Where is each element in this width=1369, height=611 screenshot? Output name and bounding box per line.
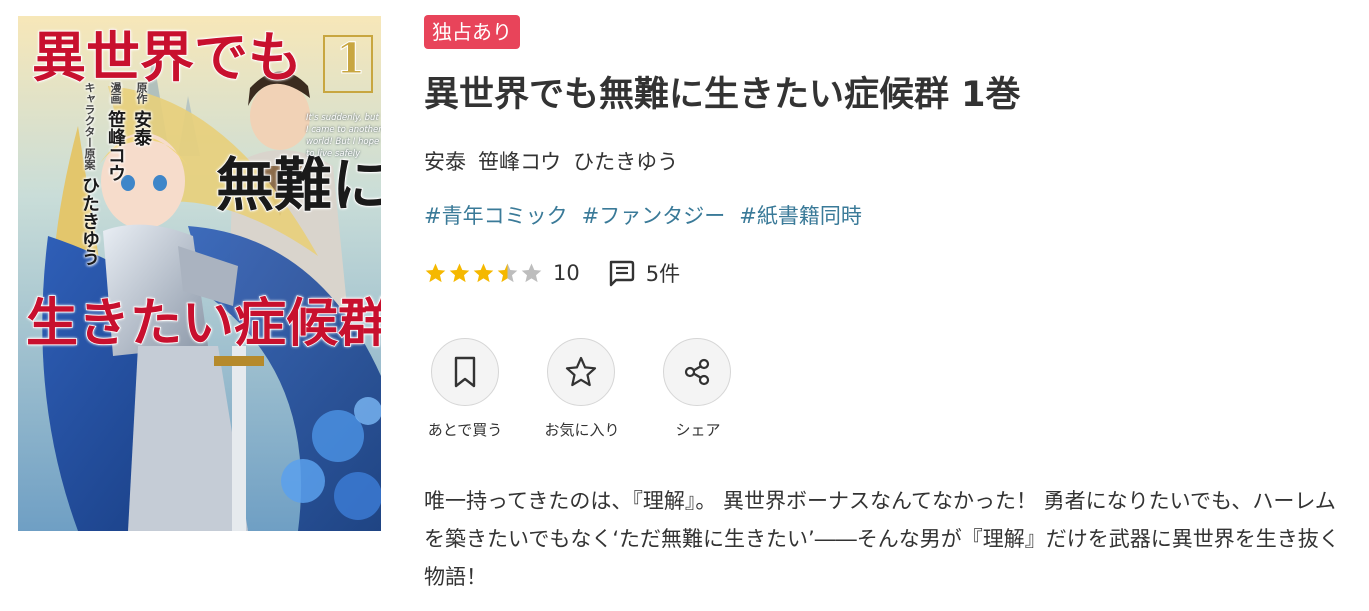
favorite-label: お気に入り [544, 421, 620, 439]
rating-star-icon [425, 263, 446, 282]
tag-link[interactable]: #紙書籍同時 [739, 200, 862, 232]
favorite-circle[interactable] [547, 338, 615, 406]
cover-credit-name: 安泰 [131, 110, 152, 147]
rating-row: 10 5件 [424, 257, 680, 289]
cover-credit-role: 漫画 [109, 82, 122, 104]
buy-later-label: あとで買う [427, 421, 503, 439]
cover-credit-role: キャラクター原案 [83, 82, 96, 170]
cover-title-line-2: 無難に [215, 151, 381, 219]
rating-star-icon [497, 263, 518, 282]
review-link[interactable]: 5件 [606, 258, 680, 288]
action-buttons: あとで買う お気に入り シェア [424, 338, 772, 440]
cover-title-line-1: 異世界でも [31, 25, 303, 89]
tag-link[interactable]: #青年コミック [424, 200, 568, 232]
book-cover[interactable]: 異世界でも 無難に 生きたい症候群 1 It's suddenly, but I… [18, 16, 381, 531]
author-name[interactable]: 安泰 [424, 146, 466, 178]
cover-art [18, 16, 381, 531]
cover-credit-name: ひたきゆう [79, 176, 100, 267]
cover-credits: 原作 安泰 漫画 笹峰コウ キャラクター原案 ひたきゆう [78, 82, 152, 266]
cover-credit-name: 笹峰コウ [105, 110, 126, 183]
cover-credit-role: 原作 [135, 82, 148, 104]
review-count: 5件 [645, 262, 681, 286]
tag-list: #青年コミック #ファンタジー #紙書籍同時 [424, 200, 862, 232]
cover-volume-number: 1 [335, 34, 366, 83]
share-icon [684, 358, 710, 386]
star-outline-icon [565, 356, 597, 387]
buy-later-circle[interactable] [431, 338, 499, 406]
share-circle[interactable] [663, 338, 731, 406]
cover-title-line-3: 生きたい症候群 [25, 293, 381, 354]
rating-star-icon [449, 263, 470, 282]
cover-english-subtitle: It's suddenly, but I came to another wor… [306, 113, 381, 159]
cover-credit: キャラクター原案 ひたきゆう [78, 82, 100, 266]
rating-star-icon [473, 263, 494, 282]
rating-count: 10 [553, 261, 580, 285]
author-list: 安泰 笹峰コウ ひたきゆう [424, 146, 678, 178]
exclusive-badge: 独占あり [424, 15, 520, 49]
book-description: 唯一持ってきたのは、『理解』。 異世界ボーナスなんてなかった！ 勇者になりたいで… [424, 489, 1340, 589]
share-button[interactable]: シェア [656, 338, 772, 440]
tag-link[interactable]: #ファンタジー [582, 200, 726, 232]
share-label: シェア [675, 421, 721, 439]
bookmark-icon [454, 356, 476, 388]
comment-icon [609, 260, 634, 287]
cover-credit: 漫画 笹峰コウ [104, 82, 126, 266]
cover-credit: 原作 安泰 [130, 82, 152, 266]
author-name[interactable]: 笹峰コウ [478, 146, 561, 178]
rating-stars [424, 262, 543, 285]
buy-later-button[interactable]: あとで買う [424, 338, 540, 440]
author-name[interactable]: ひたきゆう [573, 146, 678, 178]
rating-star-icon [521, 263, 542, 282]
page-title: 異世界でも無難に生きたい症候群 1巻 [424, 75, 1021, 115]
favorite-button[interactable]: お気に入り [540, 338, 656, 440]
